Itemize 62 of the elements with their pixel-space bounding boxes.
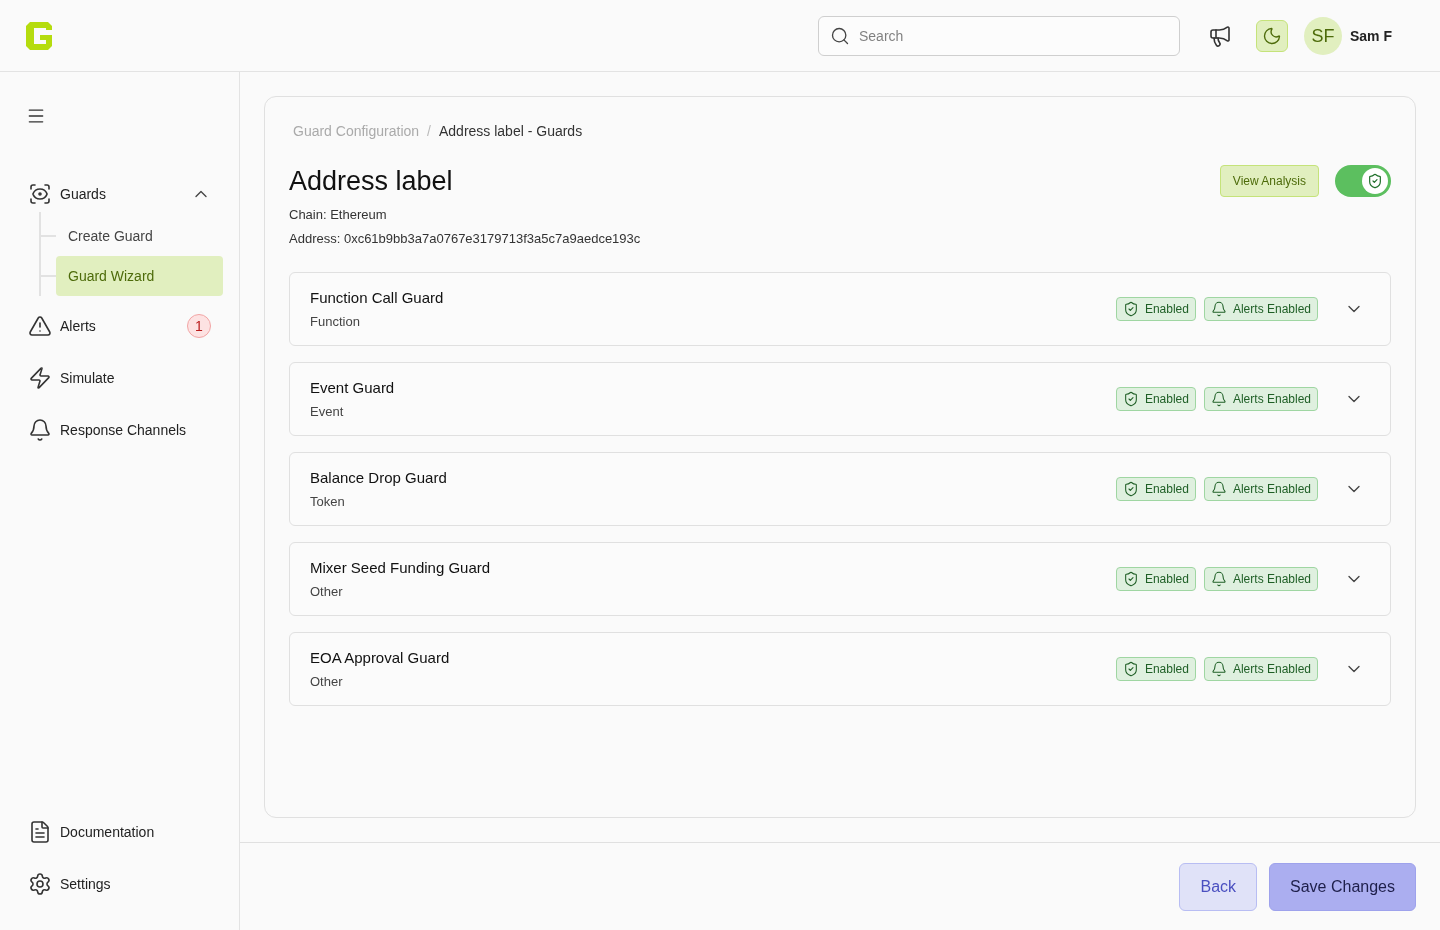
guard-name: Mixer Seed Funding Guard [310,558,492,578]
sidebar-item[interactable]: Settings [28,872,111,896]
enabled-badge: Enabled [1115,567,1196,591]
sidebar-item[interactable]: Response Channels [28,418,187,442]
guard-type: Other [310,582,344,601]
user-name: Sam F [1350,26,1392,46]
alerts-badge: Alerts Enabled [1203,657,1318,681]
guard-type: Other [310,672,344,691]
moon-icon [1262,25,1282,46]
bell-icon [1210,301,1227,317]
alerts-badge: Alerts Enabled [1203,567,1318,591]
warning-icon [28,314,52,338]
enabled-badge: Enabled [1115,657,1196,681]
shield-check-icon [1122,301,1139,317]
alerts-badge: Alerts Enabled [1203,387,1318,411]
shield-check-icon [1122,391,1139,407]
guard-toggle[interactable] [1335,165,1391,197]
search-field[interactable]: Search [818,15,1180,56]
breadcrumb-separator: / [427,122,431,141]
shield-check-icon [1122,571,1139,587]
eye-scan-icon [28,182,52,206]
address-text: Address: 0xc61b9bb3a7a0767e3179713f3a5c7a9aedce193c [289,229,641,248]
guard-type: Event [310,402,345,421]
page-title: Address label [289,165,454,197]
save-button[interactable]: Save Changes [1269,863,1416,911]
bell-icon [28,418,52,442]
back-button[interactable]: Back [1179,863,1258,911]
guard-name: EOA Approval Guard [310,648,451,668]
sidebar-item[interactable]: Simulate [28,366,115,390]
guard-type: Token [310,492,346,511]
alerts-badge: Alerts Enabled [1203,477,1318,501]
settings-icon [28,872,52,896]
shield-check-icon [1367,173,1383,189]
megaphone-icon[interactable] [1208,23,1232,48]
search-icon [830,25,850,46]
bell-icon [1210,661,1227,677]
enabled-badge: Enabled [1115,477,1196,501]
dark-mode-toggle[interactable] [1256,19,1288,52]
enabled-badge: Enabled [1115,387,1196,411]
sidebar-item[interactable]: Guards [28,182,106,206]
shield-check-icon [1122,661,1139,677]
shield-check-icon [1122,481,1139,497]
bell-icon [1210,571,1227,587]
lightning-icon [28,366,52,390]
sidebar-item[interactable]: Alerts [28,314,96,338]
chain-text: Chain: Ethereum [289,206,388,224]
sidebar-subitem[interactable]: Create Guard [56,216,223,256]
guard-name: Function Call Guard [310,288,445,308]
document-icon [28,820,52,844]
bell-icon [1210,481,1227,497]
sidebar-item[interactable]: Documentation [28,820,155,844]
breadcrumb-link[interactable]: Address label - Guards [438,121,583,141]
guard-type: Function [310,312,361,331]
view-analysis-button[interactable]: View Analysis [1219,165,1319,197]
user-avatar[interactable]: SF [1304,16,1342,55]
alerts-badge: Alerts Enabled [1203,297,1318,321]
guard-name: Balance Drop Guard [310,468,448,488]
bell-icon [1210,391,1227,407]
sidebar-subitem[interactable]: Guard Wizard [56,256,223,296]
enabled-badge: Enabled [1115,297,1196,321]
count-badge: 1 [187,314,211,338]
guard-name: Event Guard [310,378,396,398]
